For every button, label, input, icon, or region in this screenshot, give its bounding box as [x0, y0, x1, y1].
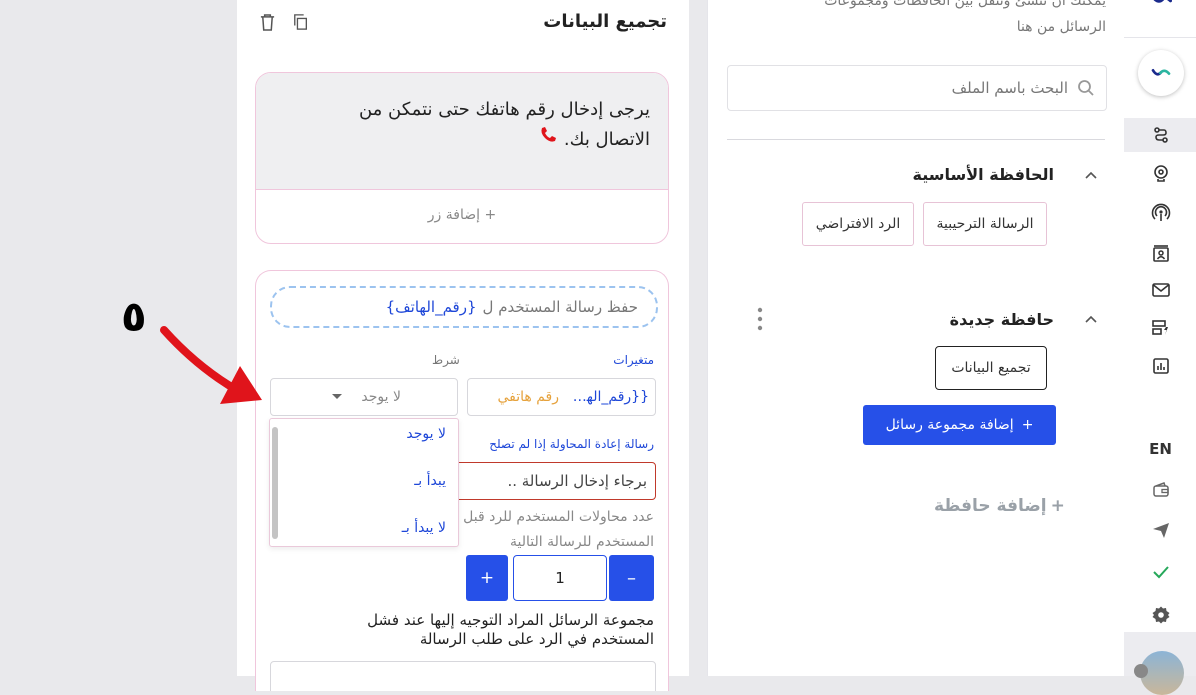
integrations-icon[interactable]	[1124, 313, 1196, 343]
dropdown-option-not-starts-with[interactable]: لا يبدأ بـ	[402, 520, 446, 536]
delete-icon[interactable]	[259, 13, 276, 36]
attempts-input[interactable]: 1	[513, 555, 607, 601]
variable-select[interactable]: {{رقم_الهاتف}} رقم هاتفي	[467, 378, 656, 416]
flows-icon[interactable]	[1124, 118, 1196, 152]
dropdown-scrollbar[interactable]	[272, 427, 278, 539]
annotation-arrow-icon	[160, 326, 262, 404]
analytics-icon[interactable]	[1124, 351, 1196, 381]
message-card: يرجى إدخال رقم هاتفك حتى نتمكن من الاتصا…	[255, 72, 669, 244]
check-icon[interactable]	[1124, 557, 1196, 587]
variables-label: متغيرات	[613, 353, 654, 367]
folder-item-default-reply[interactable]: الرد الافتراضي	[802, 202, 914, 246]
settings-gear-icon[interactable]	[1124, 600, 1196, 630]
fail-group-select[interactable]	[270, 661, 656, 691]
icon-sidebar: EN	[1123, 0, 1196, 695]
add-folder-label: إضافة حافظة	[934, 496, 1047, 516]
save-reply-field[interactable]: حفظ رسالة المستخدم ل {رقم_الهاتف}	[270, 286, 658, 328]
stepper-plus-button[interactable]: +	[466, 555, 508, 601]
add-message-group-button[interactable]: + إضافة مجموعة رسائل	[863, 405, 1056, 445]
variable-value: {{رقم_الهاتف}}	[569, 389, 649, 405]
wallet-icon[interactable]	[1124, 475, 1196, 505]
folder-menu-icon[interactable]	[757, 307, 763, 335]
dropdown-option-starts-with[interactable]: يبدأ بـ	[414, 473, 446, 489]
new-folder-collapse-icon[interactable]	[1084, 312, 1098, 331]
mail-icon[interactable]	[1124, 275, 1196, 305]
add-group-label: إضافة مجموعة رسائل	[885, 417, 1014, 433]
save-reply-variable: {رقم_الهاتف}	[385, 298, 477, 316]
retry-label: رسالة إعادة المحاولة إذا لم تصلح	[489, 437, 654, 451]
main-folder-title: الحافظة الأساسية	[912, 165, 1054, 184]
search-placeholder: البحث باسم الملف	[951, 79, 1068, 97]
condition-select[interactable]: لا يوجد	[270, 378, 458, 416]
contacts-icon[interactable]	[1124, 239, 1196, 269]
condition-label: شرط	[432, 353, 460, 367]
folder-item-data-collection[interactable]: تجميع البيانات	[935, 346, 1047, 390]
file-search-box[interactable]: البحث باسم الملف	[727, 65, 1107, 111]
workspace-avatar[interactable]	[1138, 50, 1184, 96]
add-folder-plus: +	[1050, 496, 1065, 516]
retry-placeholder: برجاء إدخال الرسالة ..	[507, 472, 647, 490]
message-text[interactable]: يرجى إدخال رقم هاتفك حتى نتمكن من الاتصا…	[310, 95, 650, 155]
add-button-link[interactable]: + إضافة زر	[256, 207, 668, 223]
variable-chip: رقم هاتفي	[497, 389, 559, 405]
search-icon	[1076, 78, 1096, 98]
folder-intro-text: يمكنك ان تنشئ وتنقل بين الحافظات ومجموعا…	[824, 0, 1106, 35]
broadcast-icon[interactable]	[1124, 198, 1196, 228]
brand-logo-icon	[1151, 69, 1171, 76]
main-folder-collapse-icon[interactable]	[1084, 168, 1098, 187]
dropdown-option-none[interactable]: لا يوجد	[406, 426, 446, 442]
folder-panel: يمكنك ان تنشئ وتنقل بين الحافظات ومجموعا…	[707, 0, 1124, 676]
new-folder-title: حافظة جديدة	[949, 310, 1054, 329]
phone-icon	[538, 125, 558, 155]
stepper-minus-button[interactable]: –	[609, 555, 654, 601]
language-toggle[interactable]: EN	[1124, 434, 1196, 464]
editor-title: تجميع البيانات	[543, 11, 667, 32]
duplicate-icon[interactable]	[293, 14, 309, 34]
fail-group-label: مجموعة الرسائل المراد التوجيه إليها عند …	[367, 611, 654, 648]
brand-logo-top	[1152, 0, 1178, 8]
ai-bot-icon[interactable]	[1124, 158, 1196, 188]
add-group-plus: +	[1021, 417, 1034, 433]
save-reply-text: حفظ رسالة المستخدم ل	[482, 298, 638, 316]
chevron-down-icon	[331, 393, 343, 401]
condition-value: لا يوجد	[361, 389, 401, 405]
folder-item-welcome[interactable]: الرسالة الترحيبية	[923, 202, 1047, 246]
add-folder-button[interactable]: + إضافة حافظة	[934, 496, 1065, 516]
send-icon[interactable]	[1124, 515, 1196, 545]
condition-dropdown-menu: لا يوجد يبدأ بـ لا يبدأ بـ	[269, 418, 459, 547]
annotation-number: ٥	[121, 292, 147, 341]
message-editor-panel: تجميع البيانات يرجى إدخال رقم هاتفك حتى …	[237, 0, 689, 691]
